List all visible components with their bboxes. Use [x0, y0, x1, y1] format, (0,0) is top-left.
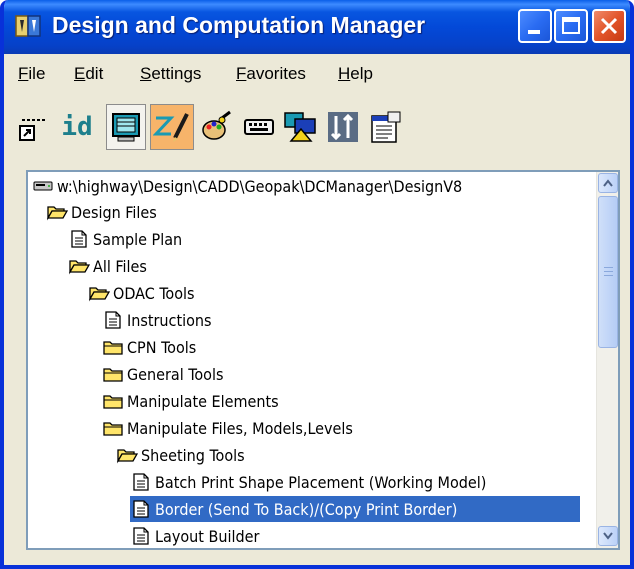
chevron-down-icon — [603, 532, 613, 540]
toolbar: id — [4, 96, 630, 160]
scroll-up-button[interactable] — [598, 173, 618, 193]
minimize-button[interactable] — [518, 9, 552, 43]
close-icon — [600, 17, 618, 35]
maximize-icon — [562, 17, 580, 34]
tree-item[interactable]: Manipulate Elements — [102, 388, 282, 414]
tree-item[interactable]: Layout Builder — [130, 523, 262, 548]
grip-line — [604, 271, 613, 272]
tree-item[interactable]: Instructions — [102, 307, 215, 333]
grip-line — [604, 275, 613, 276]
document-icon — [71, 230, 87, 248]
maximize-button[interactable] — [554, 9, 588, 43]
tree-item-label: Border (Send To Back)/(Copy Print Border… — [155, 499, 458, 519]
menu-help[interactable]: Help — [338, 64, 373, 84]
monitor-icon — [112, 113, 140, 142]
tree-item[interactable]: CPN Tools — [102, 334, 199, 360]
tree-item[interactable]: Border (Send To Back)/(Copy Print Border… — [130, 496, 580, 522]
tree-item[interactable]: Sheeting Tools — [116, 442, 248, 468]
tree-item-label: Layout Builder — [155, 526, 260, 546]
drive-icon — [33, 181, 53, 191]
document-icon — [133, 473, 149, 491]
window-title: Design and Computation Manager — [52, 12, 426, 38]
menu-file[interactable]: File — [18, 64, 45, 84]
palette-button[interactable] — [198, 104, 236, 150]
id-button[interactable]: id — [54, 104, 100, 150]
tree-item[interactable]: Sample Plan — [68, 226, 185, 252]
tree-item[interactable]: Design Files — [46, 199, 160, 225]
tree-item-label: CPN Tools — [127, 337, 197, 357]
properties-button[interactable] — [366, 104, 404, 150]
tree-item-label: ODAC Tools — [113, 283, 195, 303]
monitor-button[interactable] — [106, 104, 146, 150]
properties-icon — [371, 111, 401, 143]
tree-item-label: Manipulate Files, Models,Levels — [127, 418, 353, 438]
tree-item-label: Sample Plan — [93, 229, 183, 249]
menu-bar: File Edit Settings Favorites Help — [4, 58, 630, 88]
folder-open-icon — [116, 449, 138, 464]
shortcut-button[interactable] — [14, 104, 52, 150]
tree-item-label: General Tools — [127, 364, 224, 384]
sort-icon — [328, 112, 358, 142]
document-icon — [105, 311, 121, 329]
tree-item[interactable]: All Files — [68, 253, 150, 279]
folder-icon — [103, 341, 123, 355]
vertical-scrollbar[interactable] — [596, 172, 618, 548]
keyboard-icon — [244, 119, 274, 135]
tree-item-label: Instructions — [127, 310, 212, 330]
folder-open-icon — [88, 287, 110, 302]
tree-item[interactable]: Batch Print Shape Placement (Working Mod… — [130, 469, 489, 495]
grip-line — [604, 267, 613, 268]
folder-icon — [103, 368, 123, 382]
folder-open-icon — [46, 206, 68, 221]
scroll-down-button[interactable] — [598, 526, 618, 546]
folder-open-icon — [68, 260, 90, 275]
scroll-thumb[interactable] — [598, 196, 618, 348]
id-icon: id — [61, 112, 93, 142]
shapes-icon — [284, 112, 316, 142]
shortcut-icon — [19, 119, 46, 141]
palette-icon — [202, 110, 231, 140]
menu-settings[interactable]: Settings — [140, 64, 201, 84]
keyboard-button[interactable] — [240, 104, 278, 150]
tree-item-label: Manipulate Elements — [127, 391, 279, 411]
chevron-up-icon — [603, 179, 613, 187]
tree-item[interactable]: ODAC Tools — [88, 280, 198, 306]
folder-icon — [103, 422, 123, 436]
tree-item[interactable]: General Tools — [102, 361, 226, 387]
tree-item-label: Sheeting Tools — [141, 445, 245, 465]
title-bar[interactable]: Design and Computation Manager — [4, 0, 630, 54]
tree-item[interactable]: w:\highway\Design\CADD\Geopak\DCManager\… — [32, 173, 465, 199]
tree-item-label: Design Files — [71, 202, 157, 222]
app-logo-icon — [15, 15, 41, 37]
design-mode-button[interactable] — [150, 104, 194, 150]
menu-favorites[interactable]: Favorites — [236, 64, 306, 84]
document-icon — [133, 500, 149, 518]
folder-icon — [103, 395, 123, 409]
document-icon — [133, 527, 149, 545]
tree-item-label: w:\highway\Design\CADD\Geopak\DCManager\… — [57, 176, 463, 196]
file-tree: w:\highway\Design\CADD\Geopak\DCManager\… — [26, 170, 620, 550]
shapes-button[interactable] — [282, 104, 320, 150]
tree-item-label: All Files — [93, 256, 147, 276]
tree-item[interactable]: Manipulate Files, Models,Levels — [102, 415, 356, 441]
sort-button[interactable] — [324, 104, 362, 150]
design-mode-icon — [153, 113, 189, 142]
app-window: Design and Computation Manager File Edit… — [0, 0, 634, 569]
tree-item-label: Batch Print Shape Placement (Working Mod… — [155, 472, 487, 492]
menu-edit[interactable]: Edit — [74, 64, 103, 84]
minimize-icon — [528, 30, 540, 34]
close-button[interactable] — [592, 9, 626, 43]
